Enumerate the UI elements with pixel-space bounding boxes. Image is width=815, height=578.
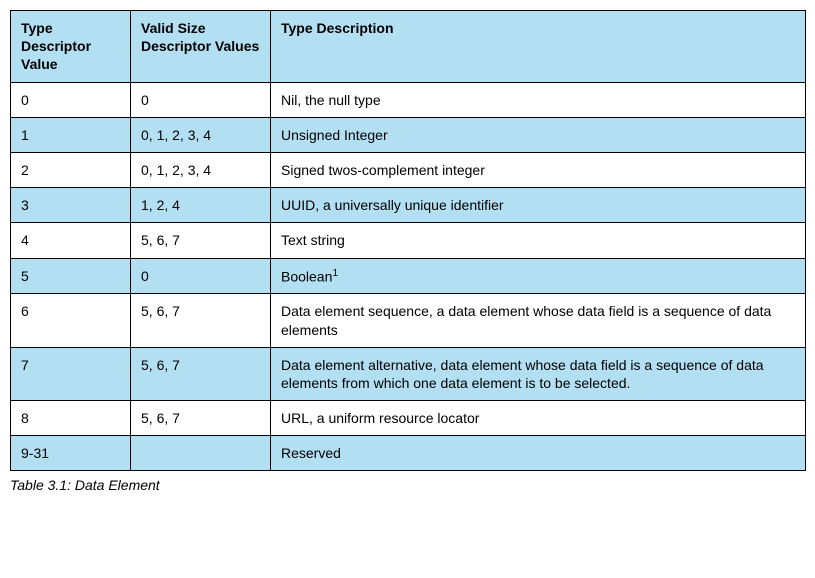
cell-type-value: 8 bbox=[11, 401, 131, 436]
cell-size-values: 1, 2, 4 bbox=[131, 188, 271, 223]
cell-type-desc: UUID, a universally unique identifier bbox=[271, 188, 806, 223]
table-row: 65, 6, 7Data element sequence, a data el… bbox=[11, 294, 806, 347]
cell-type-desc: Signed twos-complement integer bbox=[271, 152, 806, 187]
cell-size-values: 5, 6, 7 bbox=[131, 223, 271, 258]
cell-type-value: 5 bbox=[11, 258, 131, 294]
cell-type-value: 4 bbox=[11, 223, 131, 258]
table-row: 20, 1, 2, 3, 4Signed twos-complement int… bbox=[11, 152, 806, 187]
cell-size-values: 0 bbox=[131, 258, 271, 294]
table-row: 00Nil, the null type bbox=[11, 82, 806, 117]
cell-size-values: 0, 1, 2, 3, 4 bbox=[131, 117, 271, 152]
cell-type-value: 6 bbox=[11, 294, 131, 347]
cell-type-desc: Nil, the null type bbox=[271, 82, 806, 117]
cell-size-values: 5, 6, 7 bbox=[131, 347, 271, 400]
table-row: 9-31 Reserved bbox=[11, 436, 806, 471]
cell-size-values: 0, 1, 2, 3, 4 bbox=[131, 152, 271, 187]
cell-type-value: 9-31 bbox=[11, 436, 131, 471]
table-row: 45, 6, 7Text string bbox=[11, 223, 806, 258]
table-row: 50Boolean1 bbox=[11, 258, 806, 294]
table-row: 75, 6, 7Data element alternative, data e… bbox=[11, 347, 806, 400]
cell-type-value: 2 bbox=[11, 152, 131, 187]
table-header-row: Type Descriptor Value Valid Size Descrip… bbox=[11, 11, 806, 83]
cell-type-desc: Text string bbox=[271, 223, 806, 258]
cell-type-value: 0 bbox=[11, 82, 131, 117]
data-element-table: Type Descriptor Value Valid Size Descrip… bbox=[10, 10, 806, 471]
cell-type-desc: Boolean1 bbox=[271, 258, 806, 294]
cell-size-values bbox=[131, 436, 271, 471]
cell-size-values: 0 bbox=[131, 82, 271, 117]
footnote-ref: 1 bbox=[332, 267, 338, 279]
cell-type-desc: URL, a uniform resource locator bbox=[271, 401, 806, 436]
cell-size-values: 5, 6, 7 bbox=[131, 294, 271, 347]
header-type-value: Type Descriptor Value bbox=[11, 11, 131, 83]
table-row: 85, 6, 7URL, a uniform resource locator bbox=[11, 401, 806, 436]
cell-size-values: 5, 6, 7 bbox=[131, 401, 271, 436]
table-row: 10, 1, 2, 3, 4Unsigned Integer bbox=[11, 117, 806, 152]
cell-type-desc: Data element alternative, data element w… bbox=[271, 347, 806, 400]
cell-type-desc: Reserved bbox=[271, 436, 806, 471]
cell-type-desc: Unsigned Integer bbox=[271, 117, 806, 152]
cell-type-value: 7 bbox=[11, 347, 131, 400]
table-row: 31, 2, 4UUID, a universally unique ident… bbox=[11, 188, 806, 223]
cell-type-value: 1 bbox=[11, 117, 131, 152]
header-size-values: Valid Size Descriptor Values bbox=[131, 11, 271, 83]
cell-type-desc: Data element sequence, a data element wh… bbox=[271, 294, 806, 347]
cell-type-value: 3 bbox=[11, 188, 131, 223]
header-type-desc: Type Description bbox=[271, 11, 806, 83]
table-caption: Table 3.1: Data Element bbox=[10, 477, 805, 493]
